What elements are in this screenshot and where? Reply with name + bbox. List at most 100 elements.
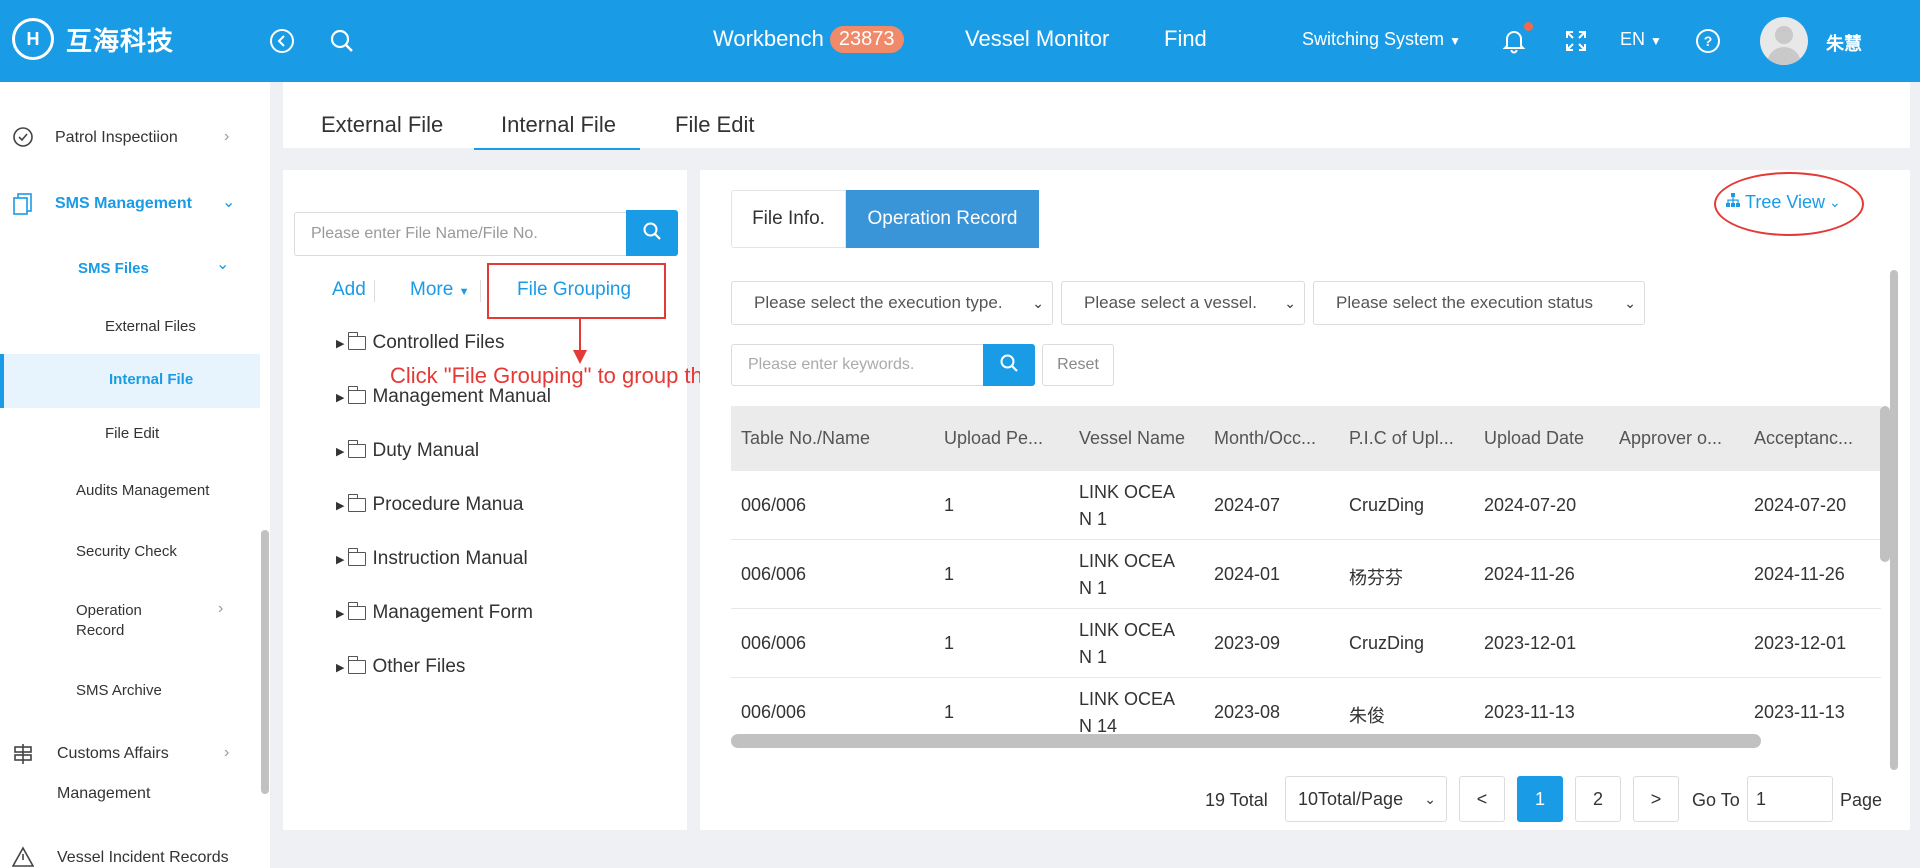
language-dropdown[interactable]: EN ▼ [1620, 29, 1662, 50]
column-header[interactable]: Upload Pe... [944, 428, 1062, 449]
sidebar-item-label: File Edit [105, 425, 160, 442]
chevron-right-icon: › [224, 744, 230, 761]
back-icon[interactable] [268, 27, 296, 55]
reset-button[interactable]: Reset [1042, 344, 1114, 386]
more-label: More [410, 279, 454, 300]
tree-node-duty-manual[interactable]: ▶ Duty Manual [336, 440, 479, 462]
page-1-button[interactable]: 1 [1517, 776, 1563, 822]
seg-operation-record[interactable]: Operation Record [846, 190, 1039, 248]
check-circle-icon [12, 126, 34, 153]
column-header[interactable]: Approver o... [1619, 428, 1737, 449]
cell-pic: 朱俊 [1349, 706, 1385, 726]
tree-node-instruction-manual[interactable]: ▶ Instruction Manual [336, 548, 528, 570]
active-tab-indicator [474, 148, 640, 150]
operation-record-table: Table No./Name Upload Pe... Vessel Name … [731, 406, 1881, 734]
tree-node-controlled-files[interactable]: ▶ Controlled Files [336, 332, 504, 354]
column-header[interactable]: P.I.C of Upl... [1349, 428, 1467, 449]
bell-icon[interactable] [1500, 27, 1528, 55]
app-logo[interactable]: H 互海科技 [12, 18, 174, 60]
next-page-button[interactable]: > [1633, 776, 1679, 822]
notification-dot [1524, 22, 1533, 31]
table-header: Table No./Name Upload Pe... Vessel Name … [731, 406, 1881, 471]
sidebar-item-label: Security Check [76, 543, 177, 560]
table-vertical-scrollbar[interactable] [1880, 406, 1890, 562]
svg-text:?: ? [1704, 33, 1713, 49]
column-header[interactable]: Vessel Name [1079, 428, 1197, 449]
app-name: 互海科技 [66, 25, 175, 56]
chevron-down-icon: ⌄ [216, 256, 230, 273]
column-header[interactable]: Table No./Name [741, 428, 901, 449]
folder-icon [347, 548, 367, 566]
page-size-select[interactable]: 10Total/Page ⌄ [1285, 776, 1447, 822]
sidebar-item-label: Record [76, 622, 125, 639]
help-icon[interactable]: ? [1694, 27, 1722, 55]
column-header[interactable]: Upload Date [1484, 428, 1602, 449]
cell-table-no: 006/006 [741, 633, 807, 653]
column-header[interactable]: Acceptanc... [1754, 428, 1872, 449]
sidebar-item-label: Patrol Inspectiion [55, 129, 178, 146]
keyword-input[interactable]: Please enter keywords. [731, 344, 983, 386]
top-header: H 互海科技 Workbench 23873 Vessel Monitor Fin… [0, 0, 1920, 82]
sidebar-scrollbar[interactable] [261, 530, 269, 794]
sidebar-item-label: Vessel Incident Records [57, 849, 229, 866]
sidebar-item-label: SMS Management [55, 195, 192, 212]
logo-mark: H [12, 18, 54, 60]
more-dropdown[interactable]: More ▼ [410, 279, 469, 301]
table-row[interactable]: 006/006 1 LINK OCEA N 14 2023-08 朱俊 2023-… [731, 678, 1881, 734]
folder-icon [347, 332, 367, 350]
vessel-name-line: N 1 [1079, 578, 1108, 598]
folder-icon [347, 386, 367, 404]
table-horizontal-scrollbar[interactable] [731, 734, 1761, 748]
tree-node-management-manual[interactable]: ▶ Management Manual [336, 386, 551, 408]
cell-month: 2023-08 [1214, 702, 1281, 722]
avatar[interactable] [1760, 17, 1808, 65]
nav-workbench[interactable]: Workbench 23873 [713, 26, 904, 53]
sidebar-item-label: External Files [105, 318, 196, 335]
cell-upload-period: 1 [944, 702, 955, 722]
prev-page-button[interactable]: < [1459, 776, 1505, 822]
nav-find[interactable]: Find [1164, 26, 1207, 52]
keyword-search-button[interactable] [983, 344, 1035, 386]
caret-right-icon: ▶ [336, 445, 345, 458]
goto-page-input[interactable]: 1 [1747, 776, 1833, 822]
workbench-label: Workbench [713, 26, 824, 51]
execution-status-select[interactable]: Please select the execution status ⌄ [1313, 281, 1645, 325]
table-row[interactable]: 006/006 1 LINK OCEA N 1 2024-07 CruzDing … [731, 471, 1881, 540]
page-2-button[interactable]: 2 [1575, 776, 1621, 822]
cell-acceptance: 2024-11-26 [1754, 564, 1845, 584]
tab-internal-file[interactable]: Internal File [501, 112, 616, 138]
caret-right-icon: ▶ [336, 499, 345, 512]
panel-vertical-scrollbar[interactable] [1890, 270, 1898, 770]
cell-vessel-name: LINK OCEA N 1 [1079, 617, 1175, 671]
table-row[interactable]: 006/006 1 LINK OCEA N 1 2023-09 CruzDing … [731, 609, 1881, 678]
fullscreen-icon[interactable] [1562, 27, 1590, 55]
cell-acceptance: 2023-11-13 [1754, 702, 1845, 722]
tree-node-label: Duty Manual [372, 440, 480, 461]
vessel-select[interactable]: Please select a vessel. ⌄ [1061, 281, 1305, 325]
cell-upload-date: 2023-11-13 [1484, 702, 1575, 722]
cell-month: 2024-01 [1214, 564, 1281, 584]
cell-upload-date: 2024-07-20 [1484, 495, 1577, 515]
nav-vessel-monitor[interactable]: Vessel Monitor [965, 26, 1109, 52]
caret-right-icon: ▶ [336, 337, 345, 350]
column-header[interactable]: Month/Occ... [1214, 428, 1332, 449]
tree-node-other-files[interactable]: ▶ Other Files [336, 656, 465, 678]
tree-node-management-form[interactable]: ▶ Management Form [336, 602, 533, 624]
tab-external-file[interactable]: External File [321, 112, 443, 138]
tree-node-procedure-manua[interactable]: ▶ Procedure Manua [336, 494, 524, 516]
file-search-button[interactable] [626, 210, 678, 256]
add-button[interactable]: Add [332, 279, 366, 301]
divider [374, 280, 375, 302]
execution-type-select[interactable]: Please select the execution type. ⌄ [731, 281, 1053, 325]
sidebar: Patrol Inspectiion › SMS Management ⌄ SM… [0, 82, 270, 868]
tab-file-edit[interactable]: File Edit [675, 112, 754, 138]
table-row[interactable]: 006/006 1 LINK OCEA N 1 2024-01 杨芬芬 2024-… [731, 540, 1881, 609]
cell-upload-date: 2023-12-01 [1484, 633, 1577, 653]
annotation-arrow-head [573, 350, 587, 364]
tree-node-label: Other Files [372, 656, 466, 677]
switching-system-dropdown[interactable]: Switching System ▼ [1302, 29, 1461, 50]
search-icon[interactable] [328, 27, 356, 55]
username[interactable]: 朱慧 [1826, 30, 1862, 56]
seg-file-info[interactable]: File Info. [731, 190, 846, 248]
file-search-input[interactable]: Please enter File Name/File No. [294, 212, 626, 256]
